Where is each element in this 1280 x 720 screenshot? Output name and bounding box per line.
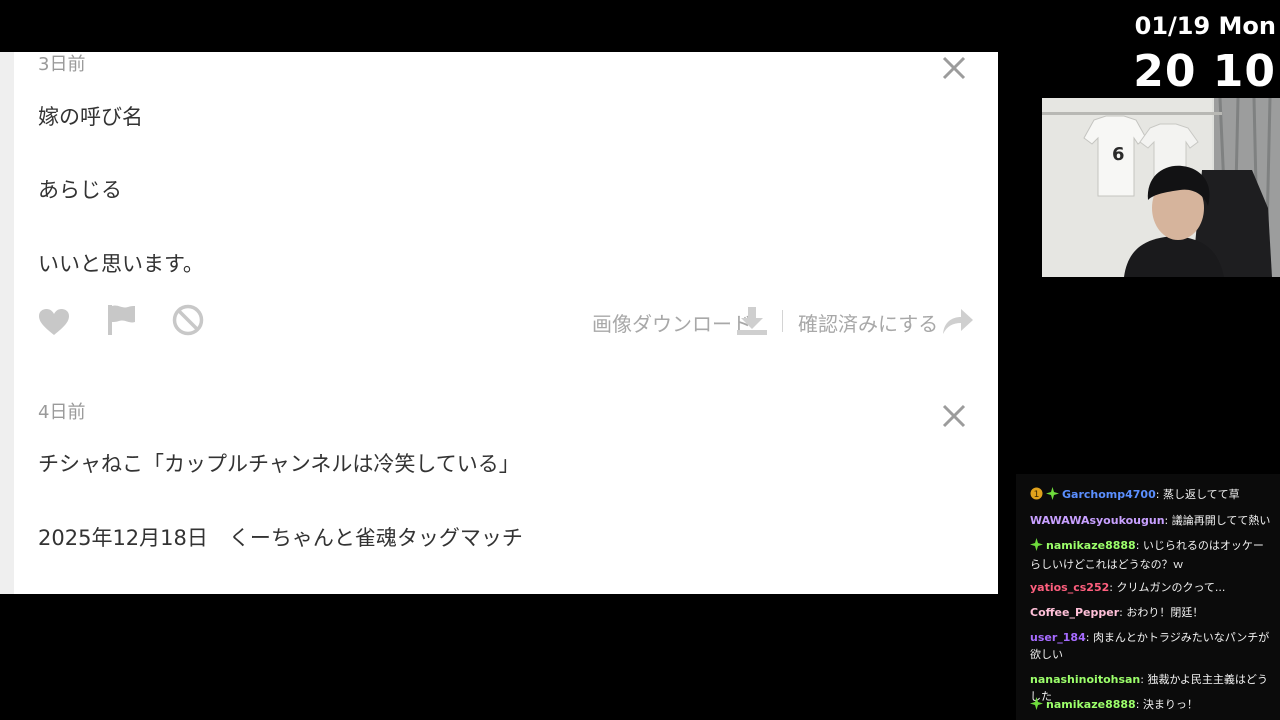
chat-username[interactable]: WAWAWAsyoukougun — [1030, 514, 1165, 527]
chat-panel: 1 Garchomp4700: 蒸し返してて草 WAWAWAsyoukougun: … — [1016, 474, 1280, 720]
post-line: あらじる — [38, 178, 122, 202]
chat-username[interactable]: nanashinoitohsan — [1030, 673, 1140, 686]
chat-message: user_184: 肉まんとかトラジみたいなパンチが欲しい — [1030, 631, 1270, 661]
chat-username[interactable]: user_184 — [1030, 631, 1086, 644]
flag-icon[interactable] — [107, 304, 137, 336]
svg-text:6: 6 — [1112, 144, 1125, 165]
post-card: 3日前 嫁の呼び名 あらじる いいと思います。 画像ダウンロード 確認済みにする — [14, 52, 998, 426]
chat-message: Coffee_Pepper: おわり！閉廷！ — [1030, 606, 1204, 619]
chat-text: クリムガンのクって... — [1116, 581, 1226, 594]
post-line: チシャねこ「カップルチャンネルは冷笑している」 — [38, 452, 520, 476]
chat-username[interactable]: namikaze8888 — [1046, 539, 1136, 552]
block-icon[interactable] — [172, 304, 204, 336]
chat-username[interactable]: Garchomp4700 — [1062, 488, 1156, 501]
clock-time: 20 10 — [1133, 46, 1276, 97]
streamer-webcam-image: 6 — [1042, 98, 1280, 277]
chat-text: 決まりっ！ — [1142, 698, 1198, 711]
post-line: 嫁の呼び名 — [38, 105, 143, 129]
green-sparkle-icon — [1030, 538, 1043, 556]
chat-text: おわり！閉廷！ — [1126, 606, 1204, 619]
svg-text:1: 1 — [1034, 490, 1040, 500]
post-age: 4日前 — [38, 402, 86, 423]
image-download-button[interactable]: 画像ダウンロード — [592, 308, 752, 337]
chat-message: yatios_cs252: クリムガンのクって... — [1030, 581, 1226, 594]
green-sparkle-icon — [1046, 487, 1059, 505]
post-line: いいと思います。 — [38, 252, 204, 276]
gold-badge-icon: 1 — [1030, 487, 1043, 505]
chat-username[interactable]: namikaze8888 — [1046, 698, 1136, 711]
chat-message: WAWAWAsyoukougun: 議論再開してて熱い — [1030, 514, 1271, 527]
webcam-feed: 6 — [1042, 98, 1280, 277]
download-icon[interactable] — [736, 306, 768, 336]
mark-confirmed-button[interactable]: 確認済みにする — [798, 308, 938, 337]
chat-username[interactable]: yatios_cs252 — [1030, 581, 1109, 594]
clock-date: 01/19 Mon — [1134, 12, 1276, 40]
green-sparkle-icon — [1030, 697, 1043, 715]
close-icon[interactable] — [940, 402, 968, 430]
post-line: 2025年12月18日 くーちゃんと雀魂タッグマッチ — [38, 526, 523, 550]
chat-message: namikaze8888: 決まりっ！ — [1030, 696, 1274, 715]
post-age: 3日前 — [38, 54, 86, 75]
close-icon[interactable] — [940, 54, 968, 82]
chat-message: 1 Garchomp4700: 蒸し返してて草 — [1030, 486, 1274, 505]
chat-text: 蒸し返してて草 — [1162, 488, 1240, 501]
chat-text: 議論再開してて熱い — [1171, 514, 1271, 527]
chat-username[interactable]: Coffee_Pepper — [1030, 606, 1119, 619]
post-card: 4日前 チシャねこ「カップルチャンネルは冷笑している」 2025年12月18日 … — [14, 376, 998, 594]
heart-icon[interactable] — [38, 308, 70, 336]
action-divider — [782, 310, 783, 332]
share-arrow-icon[interactable] — [942, 307, 974, 335]
browser-panel: 3日前 嫁の呼び名 あらじる いいと思います。 画像ダウンロード 確認済みにする — [0, 52, 998, 594]
chat-message: namikaze8888: いじられるのはオッケーらしいけどこれはどうなの？ｗ — [1030, 538, 1264, 571]
